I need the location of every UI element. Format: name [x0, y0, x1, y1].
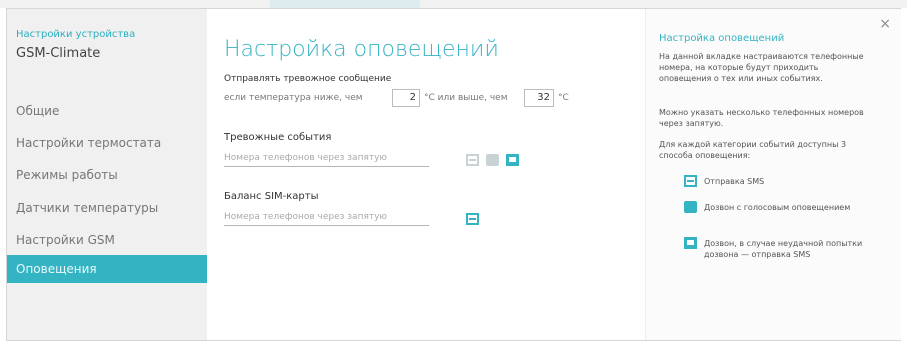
envelope-icon[interactable]	[466, 213, 479, 225]
phone-icon	[684, 201, 697, 213]
alarm-events-title: Тревожные события	[224, 132, 332, 143]
sim-balance-title: Баланс SIM-карты	[224, 191, 319, 202]
temp-above-label: °С или выше, чем	[424, 93, 508, 103]
help-paragraph-3: Для каждой категории событий доступны 3 …	[659, 140, 847, 160]
envelope-icon	[684, 175, 697, 187]
balance-phones-input[interactable]: Номера телефонов через запятую	[224, 208, 429, 226]
temp-low-input[interactable]: 2	[392, 89, 420, 107]
temp-unit-label: °С	[558, 93, 569, 103]
help-paragraph-1: На данной вкладке настраиваются телефонн…	[659, 52, 864, 83]
help-panel: × Настройка оповещений На данной вкладке…	[645, 9, 901, 340]
legend-sms: Отправка SMS	[704, 177, 765, 186]
sidebar-item-thermostat[interactable]: Настройки термостата	[7, 129, 207, 157]
help-paragraph-2: Можно указать несколько телефонных номер…	[659, 108, 864, 128]
sidebar-item-notifications[interactable]: Оповещения	[7, 255, 207, 283]
legend-call: Дозвон с голосовым оповещением	[704, 203, 851, 212]
device-name: GSM-Climate	[16, 46, 101, 61]
sidebar-item-modes[interactable]: Режимы работы	[7, 161, 207, 189]
help-title: Настройка оповещений	[659, 33, 785, 44]
temp-high-input[interactable]: 32	[524, 89, 554, 107]
sidebar-item-general[interactable]: Общие	[7, 97, 207, 125]
envelope-icon[interactable]	[466, 154, 479, 166]
alarm-phones-input[interactable]: Номера телефонов через запятую	[224, 149, 429, 167]
temp-below-label: если температура ниже, чем	[224, 93, 363, 103]
top-bar-accent	[270, 0, 420, 8]
sidebar-subtitle: Настройки устройства	[16, 29, 136, 40]
message-icon[interactable]	[506, 154, 519, 166]
message-icon	[684, 237, 697, 249]
page-title: Настройка оповещений	[224, 37, 499, 62]
top-bar	[0, 0, 907, 8]
sidebar-item-sensors[interactable]: Датчики температуры	[7, 194, 207, 222]
sidebar: Настройки устройства GSM-Climate Общие Н…	[7, 9, 207, 340]
close-icon[interactable]: ×	[879, 16, 891, 32]
legend-call-then-sms: Дозвон, в случае неудачной попытки дозво…	[704, 239, 863, 259]
phone-icon[interactable]	[486, 154, 499, 166]
settings-dialog: Настройки устройства GSM-Climate Общие Н…	[6, 8, 901, 341]
sidebar-item-gsm[interactable]: Настройки GSM	[7, 226, 207, 254]
main-panel: Настройка оповещений Отправлять тревожно…	[207, 9, 645, 340]
temp-alert-label: Отправлять тревожное сообщение	[224, 74, 392, 84]
